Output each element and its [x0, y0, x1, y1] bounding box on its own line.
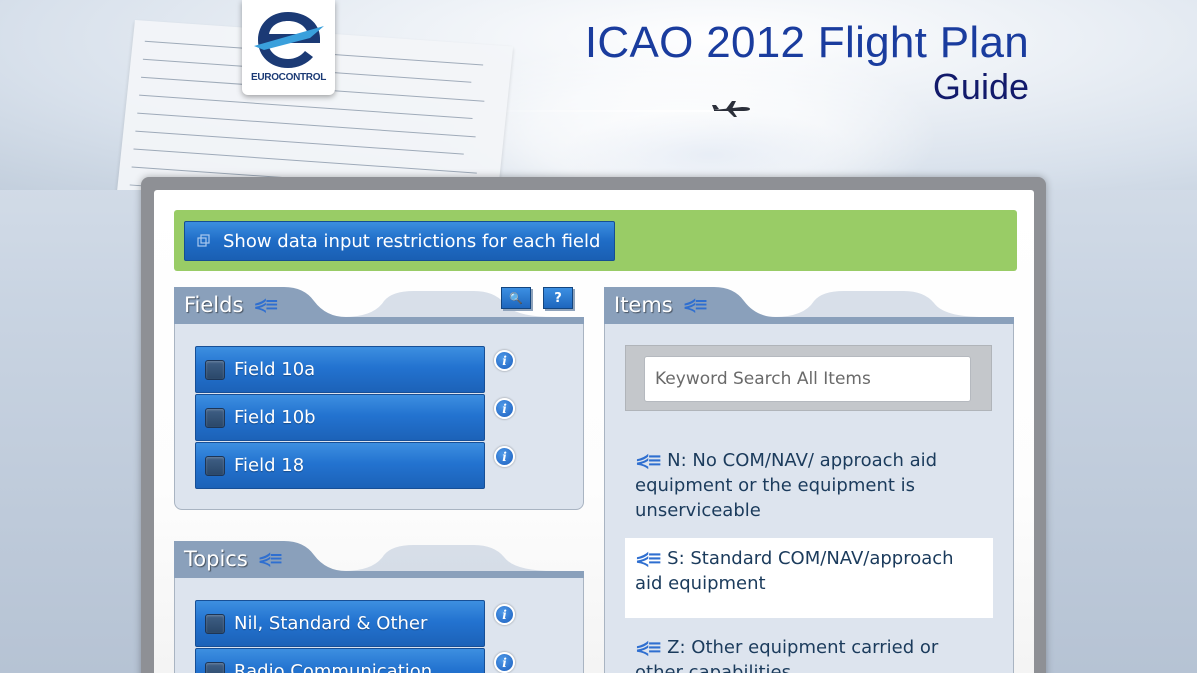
list-item[interactable]: ⋞≡ Z: Other equipment carried or other ca… — [625, 627, 993, 673]
eurocontrol-logo: EUROCONTROL — [242, 0, 335, 95]
list-item[interactable]: ⋞≡ N: No COM/NAV/ approach aid equipment … — [625, 440, 993, 531]
topic-button-nil-standard-other[interactable]: Nil, Standard & Other — [195, 600, 485, 647]
checkbox-icon[interactable] — [205, 455, 225, 476]
checkbox-icon[interactable] — [205, 661, 225, 673]
collapse-icon[interactable]: ⋞≡ — [683, 295, 708, 315]
header: EUROCONTROL ICAO 2012 Flight Plan Guide — [0, 0, 1197, 190]
field-label: Field 10a — [234, 359, 316, 380]
eurocontrol-emblem-icon — [254, 12, 324, 68]
title-sub: Guide — [932, 66, 1029, 107]
show-restrictions-label: Show data input restrictions for each fi… — [223, 230, 601, 252]
info-icon[interactable]: i — [494, 604, 515, 625]
field-button-10a[interactable]: Field 10a — [195, 346, 485, 393]
collapse-icon[interactable]: ⋞≡ — [258, 549, 283, 569]
field-label: Field 18 — [234, 455, 305, 476]
topic-label: Nil, Standard & Other — [234, 613, 428, 634]
topics-panel-header: Topics ⋞≡ — [174, 541, 584, 578]
checkbox-icon[interactable] — [205, 407, 225, 428]
field-button-10b[interactable]: Field 10b — [195, 394, 485, 441]
field-button-18[interactable]: Field 18 — [195, 442, 485, 489]
collapse-icon: ⋞≡ — [635, 450, 662, 471]
topic-button-radio-communication[interactable]: Radio Communication — [195, 648, 485, 673]
field-label: Field 10b — [234, 407, 316, 428]
fields-panel-title: Fields — [184, 293, 244, 317]
logo-text: EUROCONTROL — [250, 72, 327, 83]
list-item[interactable]: ⋞≡ S: Standard COM/NAV/approach aid equip… — [625, 538, 993, 618]
topic-label: Radio Communication — [234, 661, 433, 673]
item-text: Z: Other equipment carried or other capa… — [635, 637, 939, 673]
info-icon[interactable]: i — [494, 446, 515, 467]
items-panel-header: Items ⋞≡ — [604, 287, 1014, 324]
checkbox-icon[interactable] — [205, 613, 225, 634]
page-title: ICAO 2012 Flight Plan Guide — [585, 18, 1029, 106]
info-icon[interactable]: i — [494, 652, 515, 673]
help-icon: ? — [554, 290, 562, 306]
item-text: N: No COM/NAV/ approach aid equipment or… — [635, 450, 938, 521]
search-icon: 🔍 — [509, 291, 523, 305]
contrail — [470, 110, 720, 112]
collapse-icon[interactable]: ⋞≡ — [253, 295, 278, 315]
collapse-icon: ⋞≡ — [635, 637, 662, 658]
info-icon[interactable]: i — [494, 350, 515, 371]
keyword-search-input[interactable] — [644, 356, 971, 402]
show-restrictions-button[interactable]: Show data input restrictions for each fi… — [184, 221, 615, 261]
help-tool-button[interactable]: ? — [543, 287, 573, 309]
items-panel-title: Items — [614, 293, 673, 317]
search-tool-button[interactable]: 🔍 — [501, 287, 531, 309]
info-icon[interactable]: i — [494, 398, 515, 419]
checkbox-icon[interactable] — [205, 359, 225, 380]
external-window-icon — [197, 234, 210, 247]
collapse-icon: ⋞≡ — [635, 548, 662, 569]
topics-panel-title: Topics — [184, 547, 248, 571]
title-main: ICAO 2012 Flight Plan — [584, 18, 1029, 67]
item-text: S: Standard COM/NAV/approach aid equipme… — [635, 548, 954, 594]
